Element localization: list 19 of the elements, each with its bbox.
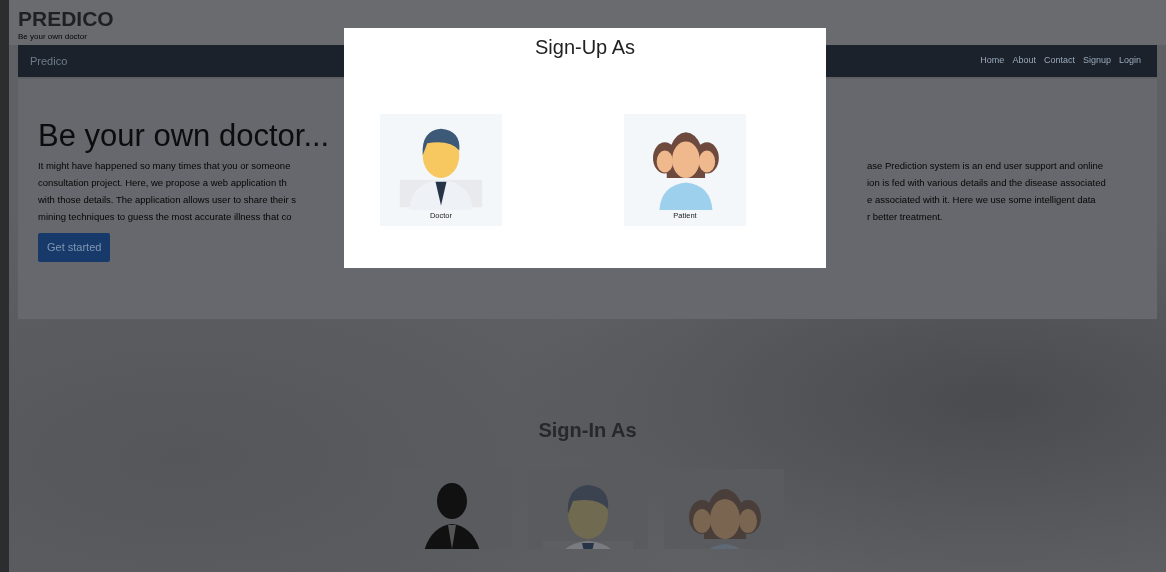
paragraph-line: mining techniques to guess the most accurate illness that co — [38, 210, 292, 225]
site-tagline: Be your own doctor — [18, 31, 88, 44]
paragraph-line: e associated with it. Here we use some intelligent data — [867, 193, 1097, 208]
nav-link[interactable]: Login — [1114, 54, 1145, 68]
dialog-title: Sign-Up As — [533, 35, 637, 60]
site-title: PREDICO — [18, 6, 115, 32]
nav-link[interactable]: Contact — [1039, 54, 1079, 68]
paragraph-line: consultation project. Here, we propose a web application th — [38, 176, 287, 191]
paragraph-line: with those details. The application allows user to share their s — [38, 193, 297, 208]
nav-link[interactable]: About — [1008, 54, 1040, 68]
paragraph-line: It might have happened so many times that you or someone — [38, 159, 291, 174]
hero-heading: Be your own doctor... — [38, 119, 331, 154]
nav-link[interactable]: Signup — [1078, 54, 1115, 68]
paragraph-line: ase Prediction system is an end user support and online — [867, 159, 1105, 174]
paragraph-line: ion is fed with various details and the disease associated — [867, 176, 1107, 191]
nav-link[interactable]: Home — [976, 54, 1009, 68]
paragraph-line: r better treatment. — [867, 210, 944, 225]
navbar-brand[interactable]: Predico — [30, 52, 68, 70]
get-started-button[interactable]: Get started — [38, 233, 111, 262]
